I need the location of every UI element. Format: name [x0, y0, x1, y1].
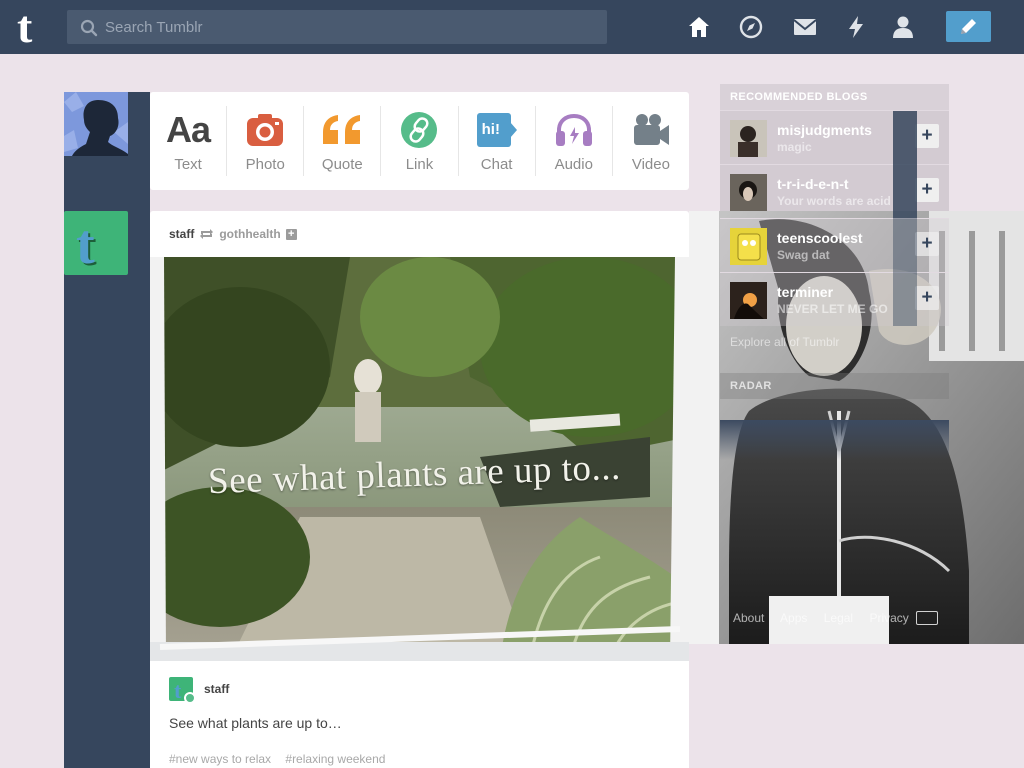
post-type-label: Audio [554, 156, 593, 173]
search-box[interactable] [67, 10, 607, 44]
svg-text:t: t [174, 678, 182, 701]
explore-icon[interactable] [738, 14, 764, 40]
keyboard-shortcuts-icon[interactable] [916, 611, 938, 625]
post-type-audio[interactable]: Audio [536, 106, 613, 176]
follow-button[interactable]: + [915, 178, 939, 202]
reblog-badge-icon [184, 692, 196, 704]
blog-description: magic [777, 140, 812, 154]
quote-icon [323, 115, 361, 144]
radar-heading: RADAR [720, 373, 949, 399]
footer-link[interactable]: Apps [780, 611, 807, 625]
blog-avatar[interactable] [730, 282, 767, 319]
inbox-icon[interactable] [792, 14, 818, 40]
post-type-label: Photo [245, 156, 285, 173]
camera-icon [247, 114, 284, 146]
video-camera-icon [633, 114, 669, 145]
silhouette-avatar-icon [64, 92, 128, 156]
blog-avatar-image [730, 174, 767, 211]
blog-name: t-r-i-d-e-n-t [777, 176, 849, 192]
footer-link[interactable]: About [733, 611, 764, 625]
follow-button[interactable]: + [915, 124, 939, 148]
search-input[interactable] [105, 10, 595, 44]
blog-description: Your words are acid [777, 194, 891, 208]
blog-avatar[interactable] [730, 120, 767, 157]
dashboard-rail [64, 92, 150, 768]
post-type-video[interactable]: Video [613, 106, 689, 176]
post-type-bar: Aa Text Photo Quote Link hi! Chat Audio … [150, 92, 689, 190]
post-type-label: Link [405, 156, 434, 173]
follow-button[interactable]: + [915, 286, 939, 310]
post-type-label: Quote [321, 156, 363, 173]
reblog-icon [200, 229, 214, 239]
follow-plus-icon[interactable]: + [285, 228, 297, 240]
post-tag-link[interactable]: #relaxing weekend [285, 752, 385, 766]
footer-link[interactable]: Legal [824, 611, 853, 625]
chat-bubble-icon: hi! [476, 113, 517, 147]
staff-logo-icon: t t [76, 214, 97, 278]
radar-image-edge [720, 420, 949, 460]
text-glyph-icon: Aa [166, 109, 211, 150]
scroll-highlight-band [893, 111, 917, 218]
explore-all-link[interactable]: Explore all of Tumblr [730, 335, 839, 349]
blog-avatar-image [730, 228, 767, 265]
blog-description: NEVER LET ME GO [777, 302, 888, 316]
reblog-source-link[interactable]: gothhealth [219, 227, 280, 241]
follow-button[interactable]: + [915, 232, 939, 256]
post-type-label: Video [631, 156, 670, 173]
home-icon[interactable] [686, 14, 712, 40]
post-tag-link[interactable]: #new ways to relax [169, 752, 271, 766]
sidebar-footer: About Apps Legal Privacy [733, 611, 922, 625]
post-type-photo[interactable]: Photo [227, 106, 305, 176]
tumblr-logo-icon[interactable]: t [17, 4, 49, 50]
blog-avatar-image [730, 120, 767, 157]
footer-link[interactable]: Privacy [869, 611, 908, 625]
trail-avatar[interactable]: t [169, 677, 196, 704]
post-type-text[interactable]: Aa Text [150, 106, 228, 176]
post-header: staff gothhealth + [169, 227, 297, 241]
link-icon [401, 112, 438, 148]
post-tags: #new ways to relax #relaxing weekend [169, 752, 396, 766]
recommended-blogs-heading: RECOMMENDED BLOGS [720, 84, 949, 110]
post-type-label: Text [174, 156, 202, 173]
top-bar: t [0, 0, 1024, 54]
blog-name: teenscoolest [777, 230, 863, 246]
blog-name: terminer [777, 284, 834, 300]
scroll-highlight-band [893, 218, 917, 326]
blog-avatar[interactable] [730, 174, 767, 211]
post-body-text: See what plants are up to… [169, 715, 342, 731]
post-author-link[interactable]: staff [169, 227, 194, 241]
blog-avatar-image [730, 282, 767, 319]
post-trail: t staff [169, 677, 229, 704]
headphones-icon [555, 113, 592, 146]
dashboard-post: staff gothhealth + See what plants are u… [150, 211, 689, 768]
trail-author-link[interactable]: staff [204, 682, 229, 696]
blog-avatar[interactable] [730, 228, 767, 265]
pencil-icon [961, 19, 976, 34]
post-type-link[interactable]: Link [381, 106, 459, 176]
staff-avatar[interactable]: t t [64, 211, 128, 278]
activity-icon[interactable] [843, 14, 869, 40]
post-type-quote[interactable]: Quote [304, 106, 382, 176]
post-photo[interactable]: See what plants are up to... [150, 257, 689, 661]
blog-name: misjudgments [777, 122, 872, 138]
post-type-chat[interactable]: hi! Chat [459, 106, 536, 176]
search-icon [80, 19, 98, 37]
compose-button[interactable] [946, 11, 991, 42]
blog-description: Swag dat [777, 248, 830, 262]
my-avatar[interactable] [64, 92, 128, 156]
account-icon[interactable] [890, 14, 916, 40]
svg-text:t: t [76, 214, 95, 275]
post-type-label: Chat [480, 156, 513, 173]
